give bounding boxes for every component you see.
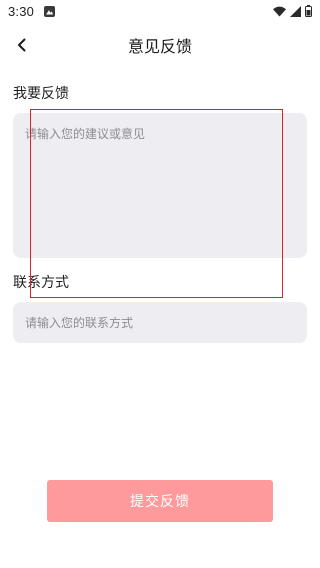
feedback-textarea[interactable] [13,113,307,258]
wifi-icon [273,6,286,16]
page-title: 意见反馈 [127,37,192,56]
gallery-notification-icon [44,5,56,17]
app-bar: 意见反馈 [0,26,320,64]
contact-label: 联系方式 [13,275,69,291]
signal-icon [290,5,301,17]
chevron-left-icon [18,38,26,52]
back-button[interactable] [8,30,36,60]
submit-feedback-button[interactable]: 提交反馈 [47,480,273,522]
contact-input[interactable] [13,302,307,343]
status-icons [273,5,312,17]
status-bar: 3:30 [0,0,320,22]
feedback-label: 我要反馈 [13,86,69,102]
battery-icon [305,5,312,17]
status-time: 3:30 [8,3,35,19]
